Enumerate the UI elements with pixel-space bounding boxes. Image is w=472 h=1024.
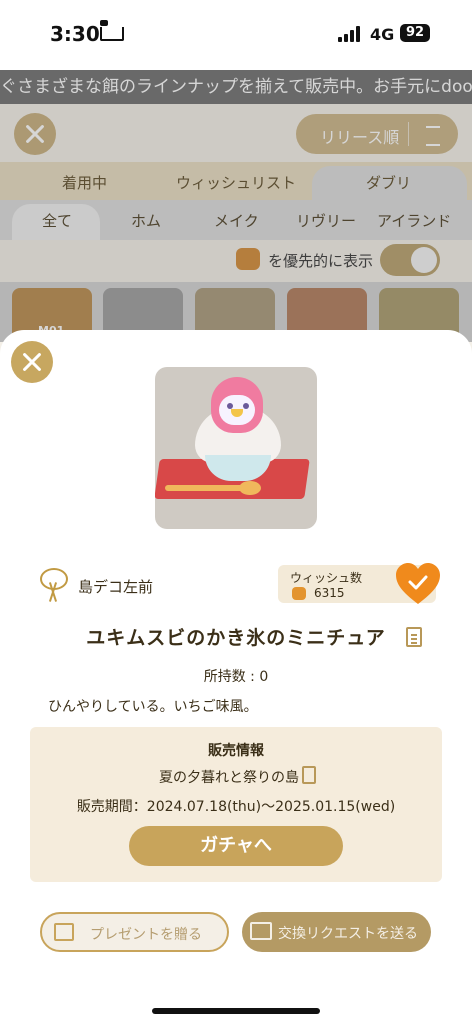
- heart-icon: [292, 587, 306, 600]
- exchange-icon: [250, 922, 272, 940]
- copy-icon[interactable]: [406, 627, 422, 647]
- sales-info-title: 販売情報: [208, 743, 264, 759]
- sales-period: 販売期間：2024.07.18(thu)〜2025.01.15(wed): [76, 799, 396, 815]
- gift-icon: [54, 923, 74, 941]
- sales-island: 夏の夕暮れと祭りの島: [159, 770, 299, 786]
- item-description: ひんやりしている。いちご味風。: [48, 699, 258, 715]
- present-label: プレゼントを贈る: [90, 927, 202, 943]
- shop-name: 島デコ左前: [78, 578, 154, 596]
- status-time: 3:30: [50, 22, 100, 46]
- dim-overlay: [0, 70, 472, 342]
- network-type: 4G: [370, 25, 395, 44]
- signal-icon: [338, 26, 364, 42]
- battery-level: 92: [400, 24, 430, 42]
- wish-count: 6315: [314, 586, 345, 600]
- item-title: ユキムスビのかき氷のミニチュア: [86, 627, 386, 649]
- wish-label: ウィッシュ数: [290, 571, 363, 585]
- item-image: [155, 367, 317, 529]
- shop-tower-icon: [38, 568, 70, 602]
- close-button[interactable]: [11, 341, 53, 383]
- present-button[interactable]: プレゼントを贈る: [40, 912, 229, 952]
- document-icon[interactable]: [302, 766, 316, 784]
- wishlist-heart-button[interactable]: [394, 562, 442, 606]
- gacha-button[interactable]: ガチャへ: [129, 826, 343, 866]
- sleep-mode-icon: [100, 20, 124, 41]
- owned-count: 所持数 : 0: [203, 669, 269, 685]
- exchange-label: 交換リクエストを送る: [278, 926, 418, 942]
- exchange-request-button[interactable]: 交換リクエストを送る: [242, 912, 431, 952]
- home-indicator[interactable]: [152, 1008, 320, 1014]
